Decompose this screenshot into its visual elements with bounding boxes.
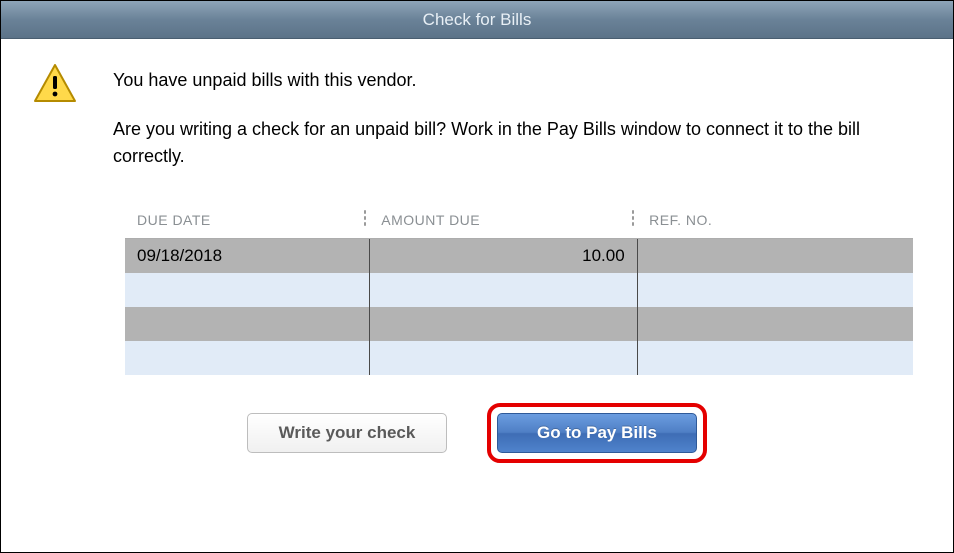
- message-line-1: You have unpaid bills with this vendor.: [113, 67, 921, 94]
- header-amount-due: AMOUNT DUE: [369, 204, 637, 239]
- table-row[interactable]: 09/18/2018 10.00: [125, 239, 913, 273]
- table-row-empty: [125, 307, 913, 341]
- header-ref-no: REF. NO.: [637, 204, 913, 239]
- check-for-bills-dialog: Check for Bills You have unpaid bills wi…: [0, 0, 954, 553]
- message-line-2: Are you writing a check for an unpaid bi…: [113, 116, 921, 170]
- dialog-title: Check for Bills: [423, 10, 532, 30]
- write-your-check-button[interactable]: Write your check: [247, 413, 447, 453]
- message-text: You have unpaid bills with this vendor. …: [113, 67, 921, 170]
- table-row-empty: [125, 273, 913, 307]
- bills-table-wrap: DUE DATE AMOUNT DUE REF. NO. 09/18/2018 …: [125, 204, 913, 375]
- button-row: Write your check Go to Pay Bills: [33, 403, 921, 463]
- go-to-pay-bills-button[interactable]: Go to Pay Bills: [497, 413, 697, 453]
- primary-button-highlight: Go to Pay Bills: [487, 403, 707, 463]
- message-area: You have unpaid bills with this vendor. …: [33, 67, 921, 170]
- cell-amount-due: 10.00: [369, 239, 637, 273]
- cell-due-date: 09/18/2018: [125, 239, 369, 273]
- table-header-row: DUE DATE AMOUNT DUE REF. NO.: [125, 204, 913, 239]
- dialog-titlebar: Check for Bills: [1, 1, 953, 39]
- warning-icon: [33, 63, 77, 103]
- cell-ref-no: [637, 239, 913, 273]
- table-row-empty: [125, 341, 913, 375]
- bills-table: DUE DATE AMOUNT DUE REF. NO. 09/18/2018 …: [125, 204, 913, 375]
- dialog-content: You have unpaid bills with this vendor. …: [1, 39, 953, 552]
- header-due-date: DUE DATE: [125, 204, 369, 239]
